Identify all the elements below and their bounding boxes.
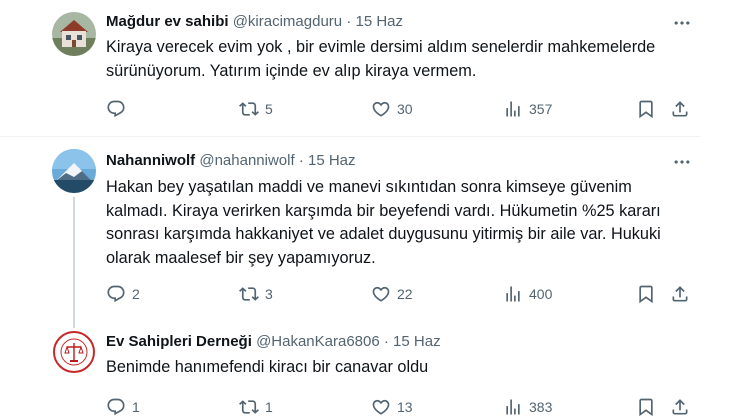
- tweet-text: Hakan bey yaşatılan maddi ve manevi sıkı…: [106, 178, 661, 267]
- retweet-button[interactable]: 1: [239, 396, 273, 418]
- views-icon: [503, 397, 523, 417]
- share-button[interactable]: [670, 396, 690, 418]
- tweet[interactable]: Ev Sahipleri Derneği @HakanKara6806 · 15…: [0, 318, 730, 420]
- tweet-header: Nahanniwolf @nahanniwolf · 15 Haz: [106, 151, 356, 171]
- action-bar: 1 1 13 383: [106, 396, 696, 418]
- avatar[interactable]: [52, 12, 96, 56]
- avatar[interactable]: [52, 149, 96, 193]
- retweet-icon: [239, 284, 259, 304]
- tweet-header: Mağdur ev sahibi @kiracimagduru · 15 Haz: [106, 12, 403, 32]
- timestamp[interactable]: 15 Haz: [308, 152, 356, 169]
- like-icon: [371, 284, 391, 304]
- timestamp[interactable]: 15 Haz: [393, 333, 441, 350]
- bookmark-button[interactable]: [636, 98, 656, 120]
- share-icon: [670, 284, 690, 304]
- like-icon: [371, 99, 391, 119]
- display-name[interactable]: Ev Sahipleri Derneği: [106, 333, 252, 350]
- more-icon[interactable]: [672, 152, 692, 172]
- display-name[interactable]: Mağdur ev sahibi: [106, 13, 229, 30]
- bookmark-button[interactable]: [636, 396, 656, 418]
- like-button[interactable]: 22: [371, 283, 413, 305]
- action-bar: 2 3 22 400: [106, 283, 696, 305]
- view-count: 400: [529, 286, 553, 302]
- share-button[interactable]: [670, 98, 690, 120]
- retweet-icon: [239, 397, 259, 417]
- like-icon: [371, 397, 391, 417]
- like-count: 30: [397, 101, 413, 117]
- thread-line: [73, 318, 75, 328]
- share-icon: [670, 99, 690, 119]
- reply-icon: [106, 284, 126, 304]
- retweet-count: 5: [265, 101, 273, 117]
- share-button[interactable]: [670, 283, 690, 305]
- reply-icon: [106, 397, 126, 417]
- action-bar: 5 30 357: [106, 98, 696, 120]
- like-button[interactable]: 13: [371, 396, 413, 418]
- like-button[interactable]: 30: [371, 98, 413, 120]
- separator: ·: [383, 333, 389, 350]
- retweet-count: 3: [265, 286, 273, 302]
- house-photo: [52, 12, 96, 56]
- tweet[interactable]: Nahanniwolf @nahanniwolf · 15 Haz Hakan …: [0, 137, 730, 318]
- separator: ·: [298, 152, 304, 169]
- bookmark-icon: [636, 284, 656, 304]
- like-count: 13: [397, 399, 413, 415]
- handle[interactable]: @nahanniwolf: [199, 152, 294, 169]
- more-icon[interactable]: [672, 13, 692, 33]
- mountain-photo: [52, 149, 96, 193]
- tweet-text: Kiraya verecek evim yok , bir evimle der…: [106, 38, 656, 80]
- retweet-button[interactable]: 5: [239, 98, 273, 120]
- views-button[interactable]: 383: [503, 396, 552, 418]
- views-button[interactable]: 357: [503, 98, 552, 120]
- tweet-text: Benimde hanımefendi kiracı bir canavar o…: [106, 358, 429, 376]
- retweet-icon: [239, 99, 259, 119]
- views-button[interactable]: 400: [503, 283, 552, 305]
- timestamp[interactable]: 15 Haz: [355, 13, 403, 30]
- view-count: 357: [529, 101, 553, 117]
- handle[interactable]: @HakanKara6806: [256, 333, 380, 350]
- view-count: 383: [529, 399, 553, 415]
- views-icon: [503, 99, 523, 119]
- bookmark-icon: [636, 397, 656, 417]
- display-name[interactable]: Nahanniwolf: [106, 152, 195, 169]
- reply-count: 2: [132, 286, 140, 302]
- reply-button[interactable]: 1: [106, 396, 140, 418]
- tweet[interactable]: Mağdur ev sahibi @kiracimagduru · 15 Haz…: [0, 0, 730, 137]
- bookmark-button[interactable]: [636, 283, 656, 305]
- retweet-count: 1: [265, 399, 273, 415]
- thread-line: [73, 197, 75, 318]
- retweet-button[interactable]: 3: [239, 283, 273, 305]
- reply-button[interactable]: [106, 98, 132, 120]
- separator: ·: [346, 13, 352, 30]
- share-icon: [670, 397, 690, 417]
- handle[interactable]: @kiracimagduru: [233, 13, 342, 30]
- reply-count: 1: [132, 399, 140, 415]
- tweet-header: Ev Sahipleri Derneği @HakanKara6806 · 15…: [106, 332, 441, 352]
- bookmark-icon: [636, 99, 656, 119]
- like-count: 22: [397, 286, 413, 302]
- views-icon: [503, 284, 523, 304]
- association-logo: [52, 330, 96, 374]
- reply-button[interactable]: 2: [106, 283, 140, 305]
- avatar[interactable]: [52, 330, 96, 374]
- reply-icon: [106, 99, 126, 119]
